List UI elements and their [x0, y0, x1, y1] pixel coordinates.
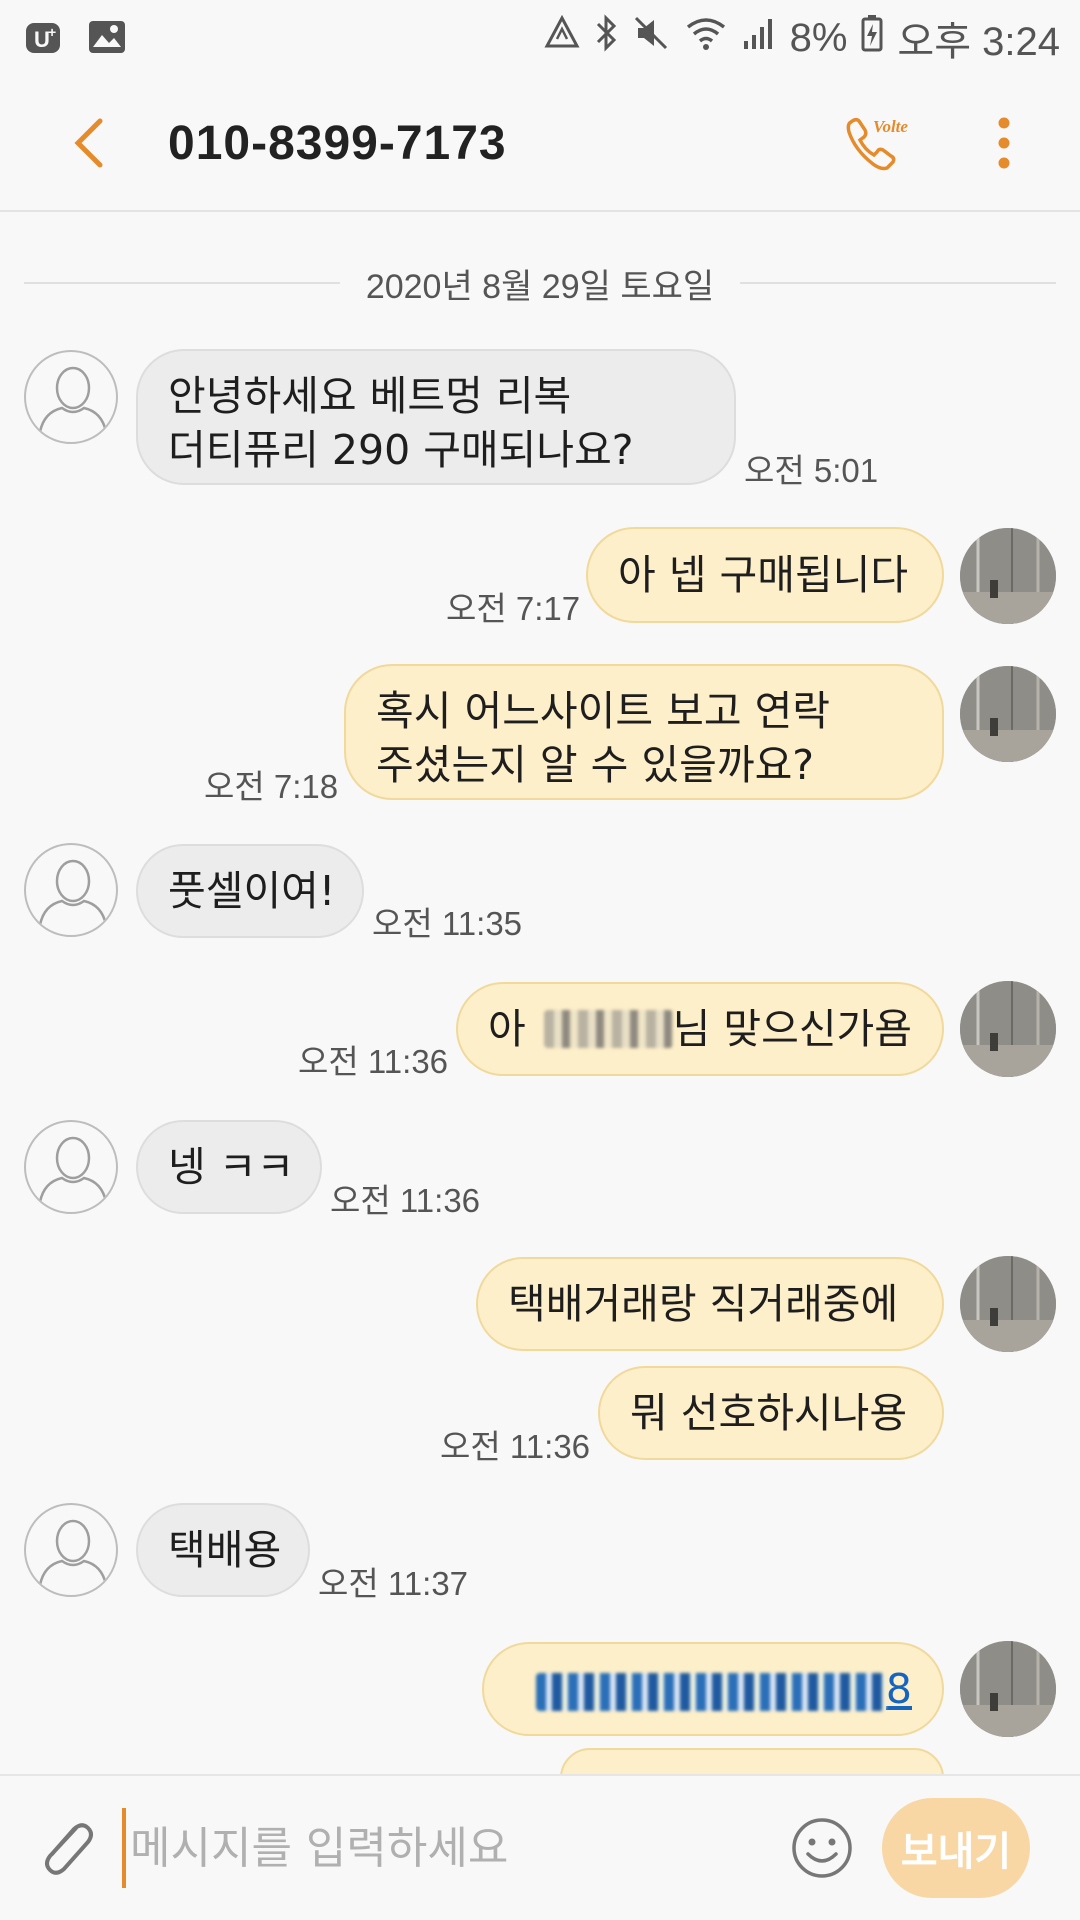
profile-photo	[960, 981, 1056, 1077]
phone-icon: Volte	[846, 117, 908, 171]
bluetooth-icon	[594, 14, 618, 62]
message-bubble-outgoing[interactable]: 아 넵 구매됩니다	[586, 527, 944, 623]
message-time: 오전 7:17	[446, 590, 581, 627]
attach-button[interactable]	[28, 1808, 108, 1888]
message-text-suffix: 님 맞으신가욤	[672, 1005, 912, 1053]
wifi-icon	[684, 15, 728, 61]
person-icon	[38, 1519, 108, 1586]
battery-percent: 8%	[789, 15, 848, 60]
my-avatar[interactable]	[960, 666, 1056, 762]
message-time: 오전 11:36	[440, 1428, 591, 1465]
message-text: 아 넵 구매됩니다	[618, 551, 909, 599]
status-right: 8% 오후 3:24	[544, 9, 1060, 67]
message-line: 안녕하세요 베트멍 리복	[168, 372, 572, 420]
chevron-left-icon	[74, 118, 103, 168]
message-time: 오전 5:01	[744, 452, 879, 489]
more-vertical-icon	[998, 117, 1010, 169]
message-text: 택배거래랑 직거래중에	[508, 1280, 899, 1328]
composer-bar: 보내기	[0, 1774, 1080, 1920]
person-icon	[38, 366, 108, 433]
send-button[interactable]: 보내기	[882, 1798, 1030, 1898]
smiley-icon	[792, 1818, 852, 1878]
svg-text:+: +	[48, 24, 56, 40]
conversation-header: 010-8399-7173 Volte	[0, 76, 1080, 212]
page-title: 010-8399-7173	[168, 116, 507, 170]
message-bubble-incoming[interactable]: 풋셀이여!	[136, 844, 364, 938]
app-notification-icon: U +	[24, 19, 66, 57]
date-label: 2020년 8월 29일 토요일	[365, 267, 715, 306]
profile-photo	[960, 666, 1056, 762]
message-text: 택배용	[168, 1526, 282, 1574]
my-avatar[interactable]	[960, 1256, 1056, 1352]
signal-icon	[742, 15, 776, 61]
date-divider: 2020년 8월 29일 토요일	[24, 255, 1057, 311]
status-bar: U + 8% 오후 3:24	[0, 0, 1080, 76]
my-avatar[interactable]	[960, 1641, 1056, 1737]
message-bubble-outgoing[interactable]: 혹시 어느사이트 보고 연락 주셨는지 알 수 있을까요?	[344, 664, 944, 800]
message-input[interactable]	[122, 1808, 782, 1888]
message-bubble-incoming[interactable]: 넹 ㅋㅋ	[136, 1120, 322, 1214]
message-time: 오전 7:18	[204, 768, 339, 805]
message-text: 뭐 선호하시나용	[630, 1389, 908, 1437]
message-line: 더티퓨리 290 구매되나요?	[168, 426, 634, 474]
volte-call-button[interactable]: Volte	[836, 103, 916, 183]
status-left: U +	[24, 19, 130, 57]
contact-avatar[interactable]	[24, 1120, 118, 1214]
volte-label: Volte	[873, 117, 908, 136]
contact-avatar[interactable]	[24, 843, 118, 937]
message-link[interactable]: 8	[535, 1662, 912, 1716]
divider-line	[740, 282, 1057, 284]
contact-avatar[interactable]	[24, 1503, 118, 1597]
link-suffix: 8	[885, 1665, 912, 1713]
message-bubble-incoming[interactable]: 안녕하세요 베트멍 리복 더티퓨리 290 구매되나요?	[136, 349, 736, 485]
message-time: 오전 11:37	[318, 1565, 469, 1602]
battery-charging-icon	[861, 14, 883, 62]
divider-line	[24, 282, 340, 284]
message-bubble-incoming[interactable]: 택배용	[136, 1503, 310, 1597]
more-options-button[interactable]	[974, 103, 1034, 183]
profile-photo	[960, 528, 1056, 624]
data-saver-icon	[544, 14, 580, 61]
back-button[interactable]	[50, 103, 130, 183]
message-text-prefix: 아	[488, 1005, 526, 1053]
emoji-button[interactable]	[782, 1808, 862, 1888]
message-line: 주셨는지 알 수 있을까요?	[376, 741, 815, 789]
message-time: 오전 11:35	[372, 905, 523, 942]
person-icon	[38, 859, 108, 926]
redacted-name	[543, 1010, 673, 1048]
status-time: 오후 3:24	[897, 20, 1060, 64]
person-icon	[38, 1136, 108, 1203]
profile-photo	[960, 1641, 1056, 1737]
message-time: 오전 11:36	[298, 1043, 449, 1080]
message-bubble-outgoing[interactable]: 택배거래랑 직거래중에	[476, 1257, 944, 1351]
redacted-link	[535, 1673, 886, 1711]
message-bubble-outgoing[interactable]: 8	[482, 1642, 944, 1736]
paperclip-icon	[45, 1823, 93, 1875]
my-avatar[interactable]	[960, 528, 1056, 624]
contact-avatar[interactable]	[24, 350, 118, 444]
profile-photo	[960, 1256, 1056, 1352]
mute-icon	[632, 14, 670, 62]
my-avatar[interactable]	[960, 981, 1056, 1077]
message-text: 넹 ㅋㅋ	[168, 1143, 295, 1191]
message-time: 오전 11:36	[330, 1182, 481, 1219]
gallery-notification-icon	[88, 19, 130, 57]
message-line: 혹시 어느사이트 보고 연락	[376, 687, 831, 735]
message-bubble-outgoing[interactable]: 뭐 선호하시나용	[598, 1366, 944, 1460]
message-text: 풋셀이여!	[168, 867, 336, 915]
message-bubble-outgoing[interactable]: 아 님 맞으신가욤	[456, 982, 944, 1076]
